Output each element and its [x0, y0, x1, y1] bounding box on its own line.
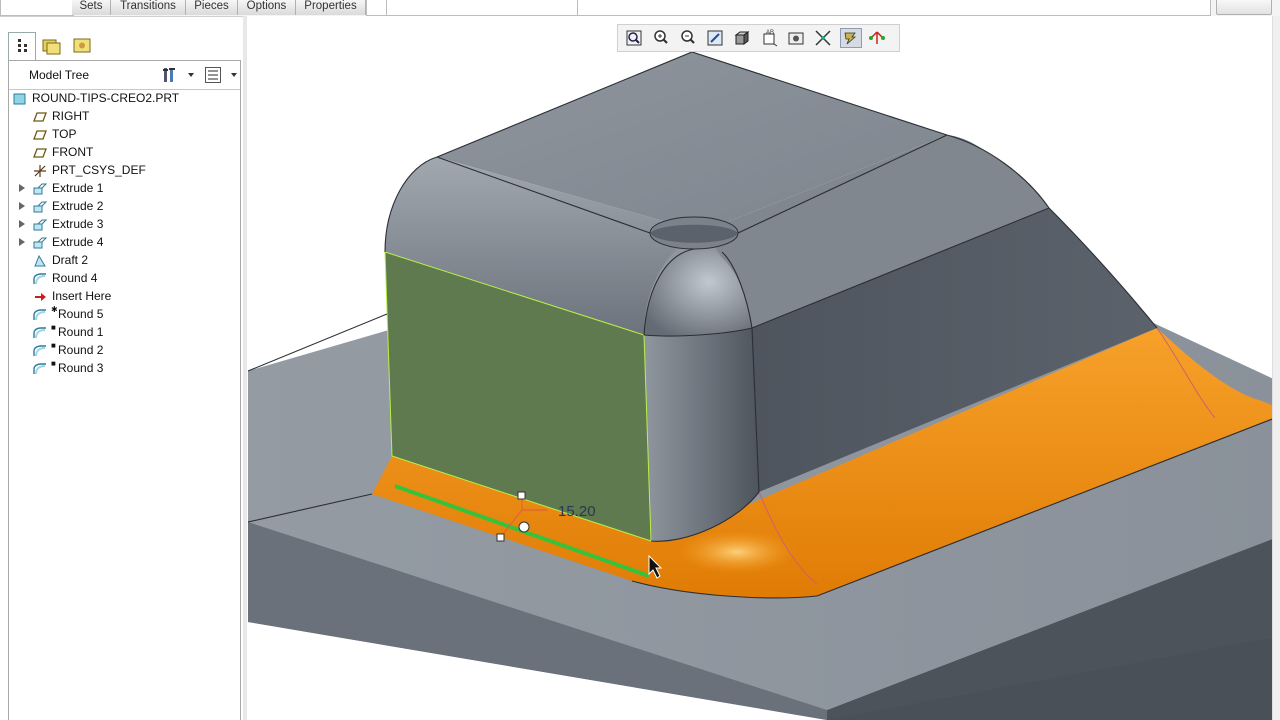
tab-pieces[interactable]: Pieces: [186, 0, 238, 15]
status-marker: ■: [51, 359, 56, 368]
expand-arrow-icon[interactable]: [19, 220, 25, 228]
status-marker: ■: [51, 341, 56, 350]
round-icon: [33, 272, 47, 285]
model-tree-item[interactable]: Draft 2: [9, 251, 240, 269]
drag-handle-square[interactable]: [496, 533, 505, 542]
dashboard-left-box: [0, 0, 74, 16]
view-toolbar: AB: [617, 24, 900, 52]
chevron-down-icon[interactable]: [188, 73, 194, 77]
graphics-window[interactable]: 15.20: [247, 16, 1280, 720]
expand-arrow-icon[interactable]: [19, 238, 25, 246]
model-tree-item[interactable]: RIGHT: [9, 107, 240, 125]
refit-icon[interactable]: [624, 28, 646, 48]
extrude-icon: [33, 236, 48, 249]
tab-properties[interactable]: Properties: [296, 0, 366, 15]
dashboard-tab-strip: Sets Transitions Pieces Options Properti…: [0, 0, 1280, 17]
datum-display-icon[interactable]: [813, 28, 835, 48]
drag-handle-circle[interactable]: [518, 521, 530, 533]
model-tree-root[interactable]: ROUND-TIPS-CREO2.PRT: [9, 89, 240, 107]
svg-text:AB: AB: [766, 30, 774, 36]
model-tree-tab-icon[interactable]: [8, 32, 36, 60]
model-tree-title: Model Tree: [29, 68, 90, 82]
expand-arrow-icon[interactable]: [19, 184, 25, 192]
drag-handle-square[interactable]: [517, 491, 526, 500]
model-tree-item-label: Draft 2: [52, 253, 89, 267]
tab-transitions[interactable]: Transitions: [111, 0, 186, 15]
annotation-display-icon[interactable]: [867, 28, 889, 48]
status-marker: ✱: [51, 305, 58, 314]
vertical-scrollbar[interactable]: [1272, 16, 1280, 720]
draft-icon: [33, 254, 47, 267]
favorites-tab-icon[interactable]: [68, 32, 96, 60]
display-style-icon[interactable]: [732, 28, 754, 48]
datum-plane-icon: [33, 110, 47, 122]
model-tree-item-label: Round 4: [52, 271, 98, 285]
model-tree-item[interactable]: ■ Round 1: [9, 323, 240, 341]
dashboard-spacer: [366, 0, 388, 16]
view-manager-icon[interactable]: [786, 28, 808, 48]
repaint-icon[interactable]: [705, 28, 727, 48]
coordinate-system-icon: [33, 164, 47, 177]
model-tree-item[interactable]: PRT_CSYS_DEF: [9, 161, 240, 179]
model-tree-item[interactable]: FRONT: [9, 143, 240, 161]
settings-tools-icon[interactable]: [161, 66, 181, 84]
model-tree-item[interactable]: ■ Round 3: [9, 359, 240, 377]
model-tree-item-label: Extrude 2: [52, 199, 104, 213]
dashboard-message-area: [386, 0, 578, 16]
round-icon: [33, 326, 47, 339]
dimension-value[interactable]: 15.20: [558, 503, 596, 520]
model-tree-panel: Model Tree ROUND-TIPS-CREO2.PRT RIGHT TOP…: [8, 60, 241, 720]
tab-options[interactable]: Options: [238, 0, 296, 15]
dashboard-input-area: [577, 0, 1211, 16]
model-tree-item-label: Extrude 1: [52, 181, 104, 195]
tab-sets[interactable]: Sets: [72, 0, 111, 15]
datum-plane-icon: [33, 146, 47, 158]
extrude-icon: [33, 182, 48, 195]
expand-arrow-icon[interactable]: [19, 202, 25, 210]
zoom-out-icon[interactable]: [678, 28, 700, 48]
extrude-icon: [33, 218, 48, 231]
spin-center-icon[interactable]: [840, 28, 862, 48]
model-tree-root-label: ROUND-TIPS-CREO2.PRT: [32, 91, 180, 105]
extrude-icon: [33, 200, 48, 213]
round-icon: [33, 308, 47, 321]
model-tree-item[interactable]: Extrude 4: [9, 233, 240, 251]
show-list-icon[interactable]: [204, 66, 222, 84]
model-tree-item-label: Round 5: [58, 307, 104, 321]
saved-orientations-icon[interactable]: AB: [759, 28, 781, 48]
chevron-down-icon[interactable]: [231, 73, 237, 77]
part-icon: [13, 92, 27, 105]
model-tree-item-label: Round 1: [58, 325, 104, 339]
round-icon: [33, 344, 47, 357]
model-tree-item-label: RIGHT: [52, 109, 90, 123]
model-tree-item[interactable]: ■ Round 2: [9, 341, 240, 359]
status-marker: ■: [51, 323, 56, 332]
model-tree-item[interactable]: Insert Here: [9, 287, 240, 305]
model-tree-item[interactable]: ✱ Round 5: [9, 305, 240, 323]
model-tree-header: Model Tree: [9, 61, 240, 90]
model-tree-item[interactable]: Extrude 3: [9, 215, 240, 233]
dashboard-button[interactable]: [1216, 0, 1272, 15]
model-3d-view[interactable]: 15.20: [247, 16, 1280, 720]
model-tree-item-label: Extrude 4: [52, 235, 104, 249]
model-tree-item-label: Round 2: [58, 343, 104, 357]
model-tree-item-label: FRONT: [52, 145, 94, 159]
model-tree-item-label: Extrude 3: [52, 217, 104, 231]
zoom-in-icon[interactable]: [651, 28, 673, 48]
model-tree-item[interactable]: Extrude 1: [9, 179, 240, 197]
model-tree-item-label: PRT_CSYS_DEF: [52, 163, 146, 177]
folder-browser-tab-icon[interactable]: [38, 32, 66, 60]
round-icon: [33, 362, 47, 375]
model-tree-item-label: Insert Here: [52, 289, 112, 303]
datum-plane-icon: [33, 128, 47, 140]
model-tree-item[interactable]: Extrude 2: [9, 197, 240, 215]
round-5-highlight-glow: [677, 530, 797, 574]
model-tree-item-label: Round 3: [58, 361, 104, 375]
model-tree-item[interactable]: Round 4: [9, 269, 240, 287]
model-tree-item[interactable]: TOP: [9, 125, 240, 143]
model-tree-item-label: TOP: [52, 127, 77, 141]
insert-here-arrow-icon: [33, 290, 47, 302]
